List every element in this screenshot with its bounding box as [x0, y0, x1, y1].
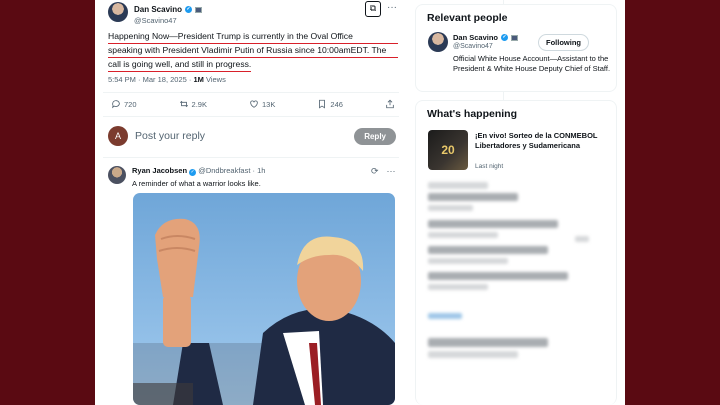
avatar[interactable]	[428, 32, 448, 52]
tweet-line-3: call is going well, and still in progres…	[108, 58, 252, 72]
repost-button[interactable]: 2.9K	[179, 99, 207, 109]
blurred-trend[interactable]	[428, 351, 518, 358]
reply-composer: A Post your reply Reply	[108, 126, 396, 146]
blurred-trend[interactable]	[428, 258, 508, 264]
following-button[interactable]: Following	[538, 34, 589, 51]
views-count: 1M	[193, 75, 204, 84]
blurred-trend[interactable]	[428, 205, 473, 211]
trend-image[interactable]: 20	[428, 130, 468, 170]
relevant-people-title: Relevant people	[427, 12, 508, 24]
person-bio: Official White House Account—Assistant t…	[453, 54, 611, 73]
tweet-time[interactable]: 5:54 PM · Mar 18, 2025 ·	[108, 75, 193, 84]
blurred-trend[interactable]	[428, 232, 498, 238]
blurred-trend[interactable]	[428, 193, 518, 201]
author-handle[interactable]: @Scavino47	[134, 15, 202, 26]
share-button[interactable]	[385, 99, 395, 109]
reply-button[interactable]: 720	[111, 99, 137, 109]
bookmark-button[interactable]: 246	[317, 99, 343, 109]
divider	[103, 157, 399, 158]
blurred-trend[interactable]	[428, 313, 462, 319]
tweet-text: Happening Now—President Trump is current…	[108, 30, 398, 72]
verified-icon: ✓	[501, 34, 509, 41]
more-icon[interactable]: ···	[387, 2, 397, 13]
reply-time[interactable]: · 1h	[253, 166, 266, 175]
main-tweet-header: Dan Scavino ✓ @Scavino47	[108, 2, 203, 26]
grok-icon[interactable]: ⧉	[365, 1, 381, 17]
person-name-text[interactable]: Dan Scavino	[453, 33, 498, 42]
grok-icon[interactable]: ⟳	[371, 166, 379, 177]
reply-tweet-tools: ⟳ ···	[371, 166, 396, 177]
tweet-meta: 5:54 PM · Mar 18, 2025 · 1M Views	[108, 75, 226, 84]
blurred-trend[interactable]	[428, 284, 488, 290]
verified-icon: ✓	[189, 169, 197, 176]
author-name-text[interactable]: Dan Scavino	[134, 4, 182, 15]
reply-icon	[111, 100, 120, 109]
blurred-trend[interactable]	[428, 220, 558, 228]
reply-tweet-photo[interactable]	[133, 193, 395, 405]
reply-tweet[interactable]: Ryan Jacobsen ✓ @Dndbreakfast · 1h A rem…	[108, 166, 265, 188]
avatar[interactable]	[108, 2, 128, 22]
like-button[interactable]: 13K	[249, 99, 275, 109]
reply-author-handle[interactable]: @Dndbreakfast	[198, 166, 250, 175]
like-count: 13K	[262, 99, 276, 109]
person-handle[interactable]: @Scavino47	[453, 43, 493, 50]
author-name[interactable]: Dan Scavino ✓	[134, 4, 203, 15]
reply-author-name[interactable]: Ryan Jacobsen	[132, 166, 187, 175]
views-label: Views	[203, 75, 226, 84]
browser-frame: Dan Scavino ✓ @Scavino47 ⧉ ··· Happening…	[95, 0, 625, 405]
blurred-trend[interactable]	[428, 272, 568, 280]
more-icon[interactable]: ···	[387, 166, 396, 177]
avatar[interactable]	[108, 166, 126, 184]
verified-icon: ✓	[185, 6, 193, 13]
bookmark-count: 246	[330, 99, 343, 109]
repost-count: 2.9K	[191, 99, 207, 109]
divider	[103, 116, 399, 117]
person-name[interactable]: Dan Scavino ✓	[453, 33, 519, 42]
reply-submit-button[interactable]: Reply	[354, 127, 396, 145]
reply-tweet-text: A reminder of what a warrior looks like.	[132, 179, 261, 188]
divider	[103, 92, 399, 93]
tweet-actions: 720 2.9K 13K 246	[111, 99, 395, 109]
trend-time: Last night	[475, 163, 504, 170]
photo-illustration	[133, 218, 395, 405]
repost-icon	[179, 100, 188, 108]
trend-title[interactable]: ¡En vivo! Sorteo de la CONMEBOL Libertad…	[475, 131, 625, 151]
blurred-trend[interactable]	[428, 338, 548, 347]
flag-icon	[511, 34, 519, 41]
reply-input[interactable]: Post your reply	[135, 130, 354, 142]
tweet-line-1: Happening Now—President Trump is current…	[108, 30, 398, 44]
flag-icon	[195, 6, 203, 13]
bookmark-icon	[319, 99, 326, 109]
reply-tweet-body: Ryan Jacobsen ✓ @Dndbreakfast · 1h A rem…	[132, 166, 265, 188]
share-icon	[386, 99, 394, 109]
user-avatar[interactable]: A	[108, 126, 128, 146]
blurred-trend[interactable]	[428, 246, 548, 254]
tweet-line-2: speaking with President Vladimir Putin o…	[108, 44, 398, 58]
like-icon	[250, 100, 258, 108]
whats-happening-title: What's happening	[427, 108, 517, 120]
author-block: Dan Scavino ✓ @Scavino47	[134, 2, 203, 26]
blurred-trend[interactable]	[575, 236, 589, 242]
reply-count: 720	[124, 99, 137, 109]
blurred-trend[interactable]	[428, 182, 488, 189]
